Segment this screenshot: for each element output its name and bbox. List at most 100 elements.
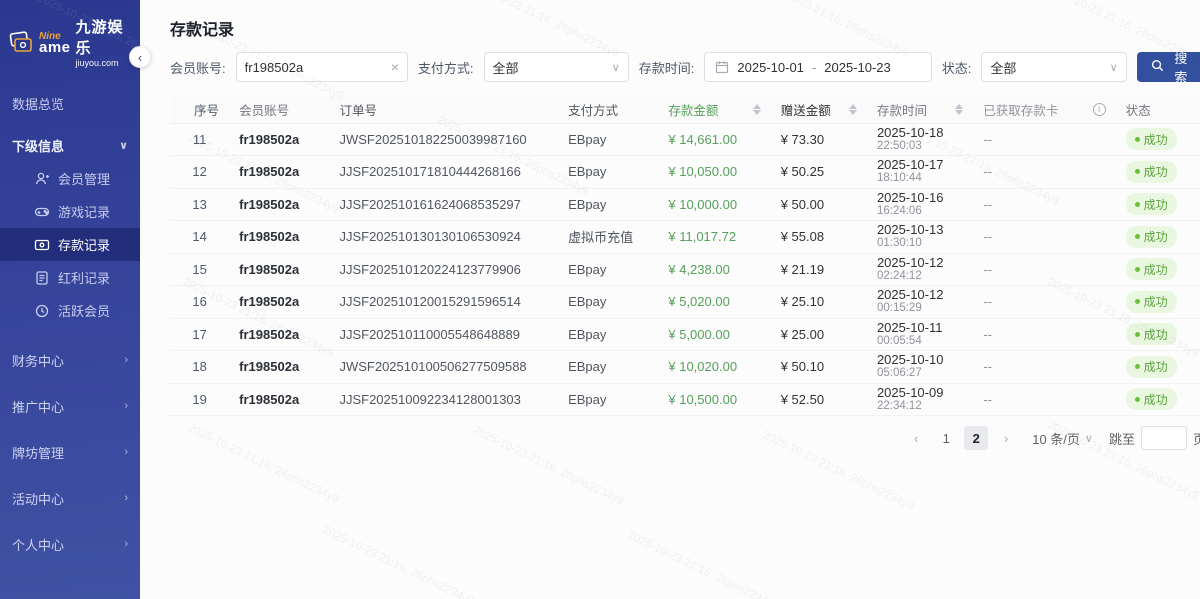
cell-no: 12 [170, 156, 229, 189]
search-button[interactable]: 搜索 [1137, 52, 1200, 82]
cell-no: 15 [170, 253, 229, 286]
cell-deposit-card: -- [973, 188, 1115, 221]
deposit-date: 2025-10-18 [877, 126, 963, 140]
app-logo: Nine ame 九游娱乐 jiuyou.com [0, 0, 140, 82]
status-dot-icon [1135, 267, 1140, 272]
column-header-time: 存款时间 [867, 96, 973, 123]
filter-bar: 会员账号: × 支付方式: 全部 ∨ 存款时间: 2025-10-01 - 20… [170, 52, 1200, 82]
logo-domain: jiuyou.com [76, 58, 132, 68]
page-button-2[interactable]: 2 [964, 426, 988, 450]
sidebar-item-promotion-center[interactable]: 推广中心 › [0, 387, 140, 425]
deposit-clock-time: 22:34:12 [877, 400, 963, 413]
sidebar-item-member-management[interactable]: 会员管理 [0, 162, 140, 195]
sidebar-item-finance-center[interactable]: 财务中心 › [0, 341, 140, 379]
column-header-order: 订单号 [329, 96, 558, 123]
sidebar-item-deposit-records[interactable]: 存款记录 [0, 228, 140, 261]
cell-account: fr198502a [229, 318, 329, 351]
cell-gift-amount: ¥ 50.25 [771, 156, 867, 189]
cell-deposit-time: 2025-10-1202:24:12 [867, 253, 973, 286]
table-row: 11fr198502aJWSF202510182250039987160EBpa… [170, 123, 1200, 156]
sidebar-item-bonus-records[interactable]: 红利记录 [0, 261, 140, 294]
deposit-date: 2025-10-17 [877, 158, 963, 172]
table-row: 13fr198502aJJSF202510161624068535297EBpa… [170, 188, 1200, 221]
search-icon [1151, 59, 1164, 75]
sidebar-item-activity-center[interactable]: 活动中心 › [0, 479, 140, 517]
table-row: 19fr198502aJJSF202510092234128001303EBpa… [170, 383, 1200, 416]
status-label: 成功 [1144, 261, 1168, 278]
cell-deposit-time: 2025-10-1200:15:29 [867, 286, 973, 319]
page-title: 存款记录 [170, 0, 1200, 52]
cell-account: fr198502a [229, 221, 329, 254]
payment-select[interactable]: 全部 ∨ [484, 52, 629, 82]
cell-method: EBpay [558, 188, 658, 221]
sort-icon[interactable] [753, 104, 761, 115]
cell-method: EBpay [558, 156, 658, 189]
status-dot-icon [1135, 202, 1140, 207]
cell-no: 13 [170, 188, 229, 221]
account-input[interactable] [245, 60, 375, 75]
clock-icon [34, 303, 50, 319]
jump-page-input[interactable] [1141, 426, 1187, 450]
cell-gift-amount: ¥ 73.30 [771, 123, 867, 156]
status-badge: 成功 [1126, 388, 1177, 410]
column-header-card: 已获取存款卡 i [973, 96, 1115, 123]
sidebar-item-label: 财务中心 [12, 351, 64, 370]
chevron-down-icon: ∨ [612, 61, 620, 74]
sidebar-item-label: 牌坊管理 [12, 443, 64, 462]
status-select[interactable]: 全部 ∨ [981, 52, 1126, 82]
sort-icon[interactable] [955, 104, 963, 115]
status-label: 成功 [1144, 391, 1168, 408]
cell-deposit-amount: ¥ 5,000.00 [658, 318, 770, 351]
deposit-date: 2025-10-09 [877, 386, 963, 400]
cell-deposit-time: 2025-10-1822:50:03 [867, 123, 973, 156]
sidebar-item-personal-center[interactable]: 个人中心 › [0, 525, 140, 563]
page-button-1[interactable]: 1 [934, 426, 958, 450]
cell-status: 成功 [1116, 286, 1200, 319]
cell-order: JJSF202510171810444268166 [329, 156, 558, 189]
column-header-label: 存款时间 [877, 100, 927, 119]
page-size-select[interactable]: 10 条/页 ∨ [1032, 429, 1093, 448]
user-icon [34, 171, 50, 187]
sidebar-item-data-overview[interactable]: 数据总览 [0, 88, 140, 118]
column-header-label: 存款金额 [668, 100, 718, 119]
cell-no: 14 [170, 221, 229, 254]
clear-input-icon[interactable]: × [391, 60, 399, 74]
cell-deposit-time: 2025-10-1100:05:54 [867, 318, 973, 351]
table-row: 18fr198502aJWSF202510100506277509588EBpa… [170, 351, 1200, 384]
sidebar-item-active-members[interactable]: 活跃会员 [0, 294, 140, 327]
cell-account: fr198502a [229, 188, 329, 221]
sidebar-item-game-records[interactable]: 游戏记录 [0, 195, 140, 228]
main-content: 存款记录 会员账号: × 支付方式: 全部 ∨ 存款时间: 2025-10-01… [140, 0, 1200, 599]
status-label: 成功 [1144, 196, 1168, 213]
column-header-gift: 赠送金额 [771, 96, 867, 123]
chevron-down-icon: ∨ [1085, 432, 1093, 445]
cell-gift-amount: ¥ 50.00 [771, 188, 867, 221]
next-page-button[interactable]: › [994, 426, 1018, 450]
cell-order: JWSF202510100506277509588 [329, 351, 558, 384]
sidebar: Nine ame 九游娱乐 jiuyou.com 数据总览 下级信息 ∨ 会员管… [0, 0, 140, 599]
cell-deposit-time: 2025-10-1301:30:10 [867, 221, 973, 254]
deposit-date: 2025-10-12 [877, 288, 963, 302]
sidebar-item-archway-management[interactable]: 牌坊管理 › [0, 433, 140, 471]
sidebar-collapse-button[interactable]: ‹ [129, 46, 151, 68]
sidebar-group-subordinate-info[interactable]: 下级信息 ∨ [0, 128, 140, 162]
cell-account: fr198502a [229, 351, 329, 384]
cell-deposit-amount: ¥ 4,238.00 [658, 253, 770, 286]
prev-page-button[interactable]: ‹ [904, 426, 928, 450]
deposit-date: 2025-10-10 [877, 353, 963, 367]
info-icon[interactable]: i [1093, 103, 1106, 116]
table-row: 14fr198502aJJSF202510130130106530924虚拟币充… [170, 221, 1200, 254]
chevron-right-icon: › [124, 400, 128, 412]
cell-account: fr198502a [229, 123, 329, 156]
date-range-separator: - [812, 60, 816, 75]
deposit-date: 2025-10-12 [877, 256, 963, 270]
document-icon [34, 270, 50, 286]
date-range-picker[interactable]: 2025-10-01 - 2025-10-23 [704, 52, 931, 82]
column-header-amount: 存款金额 [658, 96, 770, 123]
status-label: 成功 [1144, 163, 1168, 180]
cell-order: JJSF202510092234128001303 [329, 383, 558, 416]
sidebar-item-label: 个人中心 [12, 535, 64, 554]
account-filter-label: 会员账号: [170, 58, 226, 77]
sort-icon[interactable] [849, 104, 857, 115]
status-badge: 成功 [1126, 226, 1177, 248]
